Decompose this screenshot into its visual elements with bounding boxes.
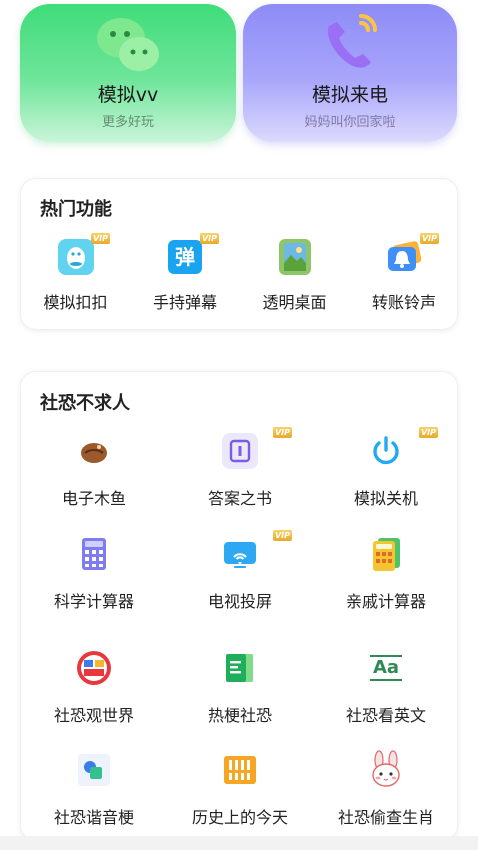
item-label: 社恐偷查生肖	[337, 808, 434, 827]
item-label: 亲戚计算器	[345, 592, 426, 611]
danmaku-glyph: 弹	[168, 240, 202, 274]
english-item[interactable]: Aa 社恐看英文	[313, 648, 459, 728]
item-label: 答案之书	[207, 489, 272, 508]
calculator-icon	[74, 534, 114, 574]
screen-cast-icon	[220, 534, 260, 574]
item-label: 热梗社恐	[207, 706, 272, 725]
section-title: 热门功能	[40, 199, 112, 220]
bottom-bar	[0, 836, 478, 850]
english-text-icon: Aa	[366, 648, 406, 688]
item-label: 透明桌面	[262, 293, 327, 312]
item-label: 手持弹幕	[152, 293, 217, 312]
power-icon	[366, 431, 406, 471]
item-label: 社恐看英文	[345, 706, 426, 725]
scientific-calculator-item[interactable]: 科学计算器	[21, 534, 167, 614]
transparent-phone-icon	[275, 237, 315, 277]
relative-calculator-item[interactable]: 亲戚计算器	[313, 534, 459, 614]
hot-meme-item[interactable]: 热梗社恐	[167, 648, 313, 728]
simulate-wechat-card[interactable]: 模拟vv 更多好玩	[20, 4, 236, 142]
answer-book-icon	[220, 431, 260, 471]
english-glyph: Aa	[372, 657, 400, 678]
item-label: 电子木鱼	[61, 489, 126, 508]
transfer-ringtone-item[interactable]: VIP 转账铃声	[349, 233, 459, 317]
transparent-desktop-item[interactable]: 透明桌面	[240, 237, 349, 317]
zodiac-item[interactable]: 社恐偷查生肖	[313, 750, 459, 830]
phone-call-icon	[327, 14, 377, 68]
item-label: 转账铃声	[371, 293, 436, 312]
homophone-item[interactable]: 社恐谐音梗	[21, 750, 167, 830]
social-anxiety-panel: 社恐不求人 电子木鱼 VIP 答案之书 VIP 模拟关机 科学计算器 VIP 电…	[20, 371, 458, 841]
rabbit-zodiac-icon	[366, 750, 406, 790]
section-title: 社恐不求人	[40, 393, 130, 414]
item-label: 社恐观世界	[53, 706, 134, 725]
social-world-item[interactable]: 社恐观世界	[21, 648, 167, 728]
history-today-item[interactable]: 历史上的今天	[167, 750, 313, 830]
simulate-call-card[interactable]: 模拟来电 妈妈叫你回家啦	[243, 4, 457, 142]
card-title: 模拟来电	[311, 84, 388, 106]
item-label: 模拟扣扣	[43, 293, 108, 312]
vip-badge: VIP	[420, 233, 439, 244]
wooden-fish-item[interactable]: 电子木鱼	[21, 431, 167, 511]
homophone-icon	[74, 750, 114, 790]
card-title: 模拟vv	[97, 84, 159, 106]
hot-functions-panel: 热门功能 VIP 模拟扣扣 弹 VIP 手持弹幕 透明桌面 VIP 转账铃声	[20, 178, 458, 330]
wooden-fish-icon	[74, 431, 114, 471]
simulate-qq-item[interactable]: VIP 模拟扣扣	[21, 233, 130, 317]
bell-card-icon	[384, 237, 424, 277]
vip-badge: VIP	[273, 530, 292, 541]
tv-cast-item[interactable]: VIP 电视投屏	[167, 530, 313, 614]
wechat-icon	[97, 18, 159, 71]
history-calendar-icon	[220, 750, 260, 790]
item-label: 历史上的今天	[191, 808, 288, 827]
item-label: 电视投屏	[207, 592, 272, 611]
item-label: 科学计算器	[53, 592, 134, 611]
item-label: 模拟关机	[353, 489, 418, 508]
qq-penguin-icon	[56, 237, 96, 277]
card-subtitle: 更多好玩	[101, 115, 154, 130]
vip-badge: VIP	[273, 427, 292, 438]
vip-badge: VIP	[419, 427, 438, 438]
vip-badge: VIP	[91, 233, 110, 244]
answer-book-item[interactable]: VIP 答案之书	[167, 427, 313, 511]
item-label: 社恐谐音梗	[53, 808, 134, 827]
vip-badge: VIP	[200, 233, 219, 244]
world-view-icon	[74, 648, 114, 688]
handheld-danmaku-item[interactable]: 弹 VIP 手持弹幕	[130, 233, 240, 317]
meme-book-icon	[220, 648, 260, 688]
simulate-shutdown-item[interactable]: VIP 模拟关机	[313, 427, 459, 511]
card-subtitle: 妈妈叫你回家啦	[304, 115, 396, 130]
danmaku-icon: 弹	[165, 237, 205, 277]
relative-calculator-icon	[366, 534, 406, 574]
